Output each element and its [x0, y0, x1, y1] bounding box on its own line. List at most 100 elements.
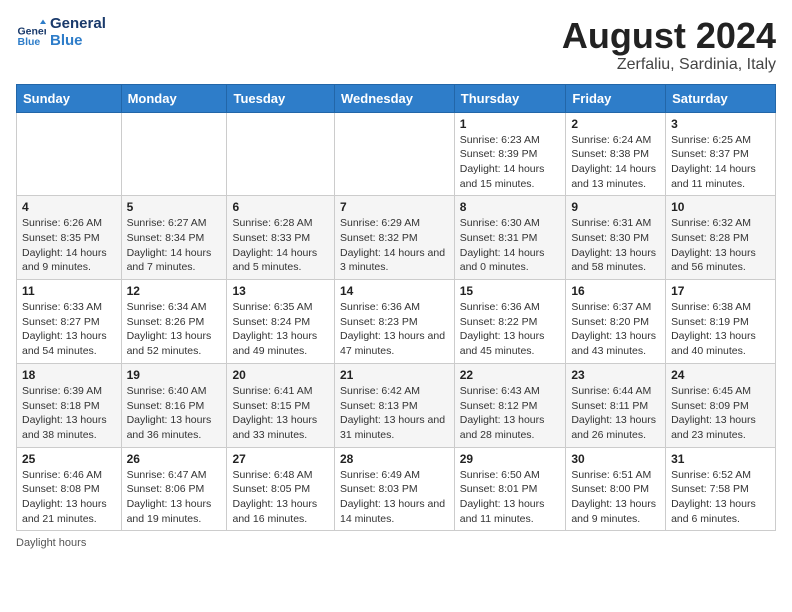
- day-header-tuesday: Tuesday: [227, 84, 335, 112]
- day-number: 29: [460, 452, 561, 466]
- day-info: Sunrise: 6:44 AM Sunset: 8:11 PM Dayligh…: [571, 384, 660, 443]
- header: General Blue General Blue August 2024 Ze…: [16, 16, 776, 74]
- day-number: 31: [671, 452, 770, 466]
- day-info: Sunrise: 6:36 AM Sunset: 8:22 PM Dayligh…: [460, 300, 561, 359]
- day-number: 2: [571, 117, 660, 131]
- calendar-cell: 31Sunrise: 6:52 AM Sunset: 7:58 PM Dayli…: [666, 447, 776, 531]
- day-number: 23: [571, 368, 660, 382]
- calendar-cell: 19 Sunrise: 6:40 AM Sunset: 8:16 PM Dayli…: [121, 363, 227, 447]
- calendar-cell: 12 Sunrise: 6:34 AM Sunset: 8:26 PM Dayli…: [121, 280, 227, 364]
- calendar-cell: 1 Sunrise: 6:23 AM Sunset: 8:39 PM Daylig…: [454, 112, 566, 196]
- week-row-0: 1 Sunrise: 6:23 AM Sunset: 8:39 PM Daylig…: [17, 112, 776, 196]
- calendar-cell: 15 Sunrise: 6:36 AM Sunset: 8:22 PM Dayli…: [454, 280, 566, 364]
- calendar-cell: 2Sunrise: 6:24 AM Sunset: 8:38 PM Daylig…: [566, 112, 666, 196]
- day-info: Sunrise: 6:49 AM Sunset: 8:03 PM Dayligh…: [340, 468, 449, 527]
- day-number: 10: [671, 200, 770, 214]
- calendar-cell: [121, 112, 227, 196]
- day-info: Sunrise: 6:40 AM Sunset: 8:16 PM Dayligh…: [127, 384, 222, 443]
- calendar-cell: 21Sunrise: 6:42 AM Sunset: 8:13 PM Dayli…: [334, 363, 454, 447]
- day-info: Sunrise: 6:27 AM Sunset: 8:34 PM Dayligh…: [127, 216, 222, 275]
- day-header-wednesday: Wednesday: [334, 84, 454, 112]
- day-number: 30: [571, 452, 660, 466]
- day-header-monday: Monday: [121, 84, 227, 112]
- day-number: 8: [460, 200, 561, 214]
- day-info: Sunrise: 6:32 AM Sunset: 8:28 PM Dayligh…: [671, 216, 770, 275]
- calendar-cell: 22 Sunrise: 6:43 AM Sunset: 8:12 PM Dayli…: [454, 363, 566, 447]
- day-info: Sunrise: 6:37 AM Sunset: 8:20 PM Dayligh…: [571, 300, 660, 359]
- logo-line1: General: [50, 16, 106, 33]
- day-info: Sunrise: 6:28 AM Sunset: 8:33 PM Dayligh…: [232, 216, 329, 275]
- calendar-cell: 26Sunrise: 6:47 AM Sunset: 8:06 PM Dayli…: [121, 447, 227, 531]
- calendar-cell: 6 Sunrise: 6:28 AM Sunset: 8:33 PM Daylig…: [227, 196, 335, 280]
- logo-icon: General Blue: [16, 18, 46, 48]
- day-number: 9: [571, 200, 660, 214]
- day-header-thursday: Thursday: [454, 84, 566, 112]
- day-info: Sunrise: 6:48 AM Sunset: 8:05 PM Dayligh…: [232, 468, 329, 527]
- day-info: Sunrise: 6:34 AM Sunset: 8:26 PM Dayligh…: [127, 300, 222, 359]
- week-row-2: 11Sunrise: 6:33 AM Sunset: 8:27 PM Dayli…: [17, 280, 776, 364]
- day-number: 26: [127, 452, 222, 466]
- day-info: Sunrise: 6:50 AM Sunset: 8:01 PM Dayligh…: [460, 468, 561, 527]
- day-info: Sunrise: 6:23 AM Sunset: 8:39 PM Dayligh…: [460, 133, 561, 192]
- day-info: Sunrise: 6:42 AM Sunset: 8:13 PM Dayligh…: [340, 384, 449, 443]
- calendar-cell: 30 Sunrise: 6:51 AM Sunset: 8:00 PM Dayli…: [566, 447, 666, 531]
- day-info: Sunrise: 6:38 AM Sunset: 8:19 PM Dayligh…: [671, 300, 770, 359]
- calendar-cell: 25 Sunrise: 6:46 AM Sunset: 8:08 PM Dayli…: [17, 447, 122, 531]
- day-number: 5: [127, 200, 222, 214]
- day-info: Sunrise: 6:45 AM Sunset: 8:09 PM Dayligh…: [671, 384, 770, 443]
- day-number: 20: [232, 368, 329, 382]
- calendar-header-row: SundayMondayTuesdayWednesdayThursdayFrid…: [17, 84, 776, 112]
- calendar-cell: 17 Sunrise: 6:38 AM Sunset: 8:19 PM Dayli…: [666, 280, 776, 364]
- day-number: 18: [22, 368, 116, 382]
- day-number: 27: [232, 452, 329, 466]
- calendar-cell: 14 Sunrise: 6:36 AM Sunset: 8:23 PM Dayli…: [334, 280, 454, 364]
- calendar-cell: 7Sunrise: 6:29 AM Sunset: 8:32 PM Daylig…: [334, 196, 454, 280]
- calendar-cell: 28 Sunrise: 6:49 AM Sunset: 8:03 PM Dayli…: [334, 447, 454, 531]
- day-info: Sunrise: 6:43 AM Sunset: 8:12 PM Dayligh…: [460, 384, 561, 443]
- day-info: Sunrise: 6:36 AM Sunset: 8:23 PM Dayligh…: [340, 300, 449, 359]
- calendar-cell: 27 Sunrise: 6:48 AM Sunset: 8:05 PM Dayli…: [227, 447, 335, 531]
- calendar-cell: 16 Sunrise: 6:37 AM Sunset: 8:20 PM Dayli…: [566, 280, 666, 364]
- week-row-1: 4Sunrise: 6:26 AM Sunset: 8:35 PM Daylig…: [17, 196, 776, 280]
- calendar-title: August 2024: [562, 16, 776, 56]
- logo: General Blue General Blue: [16, 16, 106, 49]
- calendar-cell: 10 Sunrise: 6:32 AM Sunset: 8:28 PM Dayli…: [666, 196, 776, 280]
- calendar-cell: [334, 112, 454, 196]
- calendar-cell: [227, 112, 335, 196]
- day-number: 16: [571, 284, 660, 298]
- calendar-cell: 5 Sunrise: 6:27 AM Sunset: 8:34 PM Daylig…: [121, 196, 227, 280]
- day-number: 6: [232, 200, 329, 214]
- day-number: 25: [22, 452, 116, 466]
- day-number: 13: [232, 284, 329, 298]
- day-info: Sunrise: 6:30 AM Sunset: 8:31 PM Dayligh…: [460, 216, 561, 275]
- day-number: 15: [460, 284, 561, 298]
- day-info: Sunrise: 6:51 AM Sunset: 8:00 PM Dayligh…: [571, 468, 660, 527]
- day-number: 12: [127, 284, 222, 298]
- title-area: August 2024 Zerfaliu, Sardinia, Italy: [562, 16, 776, 74]
- calendar-body: 1 Sunrise: 6:23 AM Sunset: 8:39 PM Daylig…: [17, 112, 776, 531]
- day-header-sunday: Sunday: [17, 84, 122, 112]
- week-row-3: 18Sunrise: 6:39 AM Sunset: 8:18 PM Dayli…: [17, 363, 776, 447]
- calendar-subtitle: Zerfaliu, Sardinia, Italy: [562, 56, 776, 74]
- calendar-cell: [17, 112, 122, 196]
- day-number: 22: [460, 368, 561, 382]
- day-number: 4: [22, 200, 116, 214]
- calendar-cell: 24 Sunrise: 6:45 AM Sunset: 8:09 PM Dayli…: [666, 363, 776, 447]
- day-number: 28: [340, 452, 449, 466]
- day-header-saturday: Saturday: [666, 84, 776, 112]
- day-info: Sunrise: 6:25 AM Sunset: 8:37 PM Dayligh…: [671, 133, 770, 192]
- calendar-cell: 3Sunrise: 6:25 AM Sunset: 8:37 PM Daylig…: [666, 112, 776, 196]
- calendar-cell: 18Sunrise: 6:39 AM Sunset: 8:18 PM Dayli…: [17, 363, 122, 447]
- day-number: 14: [340, 284, 449, 298]
- day-number: 24: [671, 368, 770, 382]
- calendar-cell: 13Sunrise: 6:35 AM Sunset: 8:24 PM Dayli…: [227, 280, 335, 364]
- calendar-cell: 8 Sunrise: 6:30 AM Sunset: 8:31 PM Daylig…: [454, 196, 566, 280]
- calendar-cell: 9Sunrise: 6:31 AM Sunset: 8:30 PM Daylig…: [566, 196, 666, 280]
- day-number: 19: [127, 368, 222, 382]
- calendar-cell: 20 Sunrise: 6:41 AM Sunset: 8:15 PM Dayli…: [227, 363, 335, 447]
- day-info: Sunrise: 6:41 AM Sunset: 8:15 PM Dayligh…: [232, 384, 329, 443]
- day-number: 1: [460, 117, 561, 131]
- day-info: Sunrise: 6:46 AM Sunset: 8:08 PM Dayligh…: [22, 468, 116, 527]
- svg-text:Blue: Blue: [18, 36, 41, 48]
- day-number: 17: [671, 284, 770, 298]
